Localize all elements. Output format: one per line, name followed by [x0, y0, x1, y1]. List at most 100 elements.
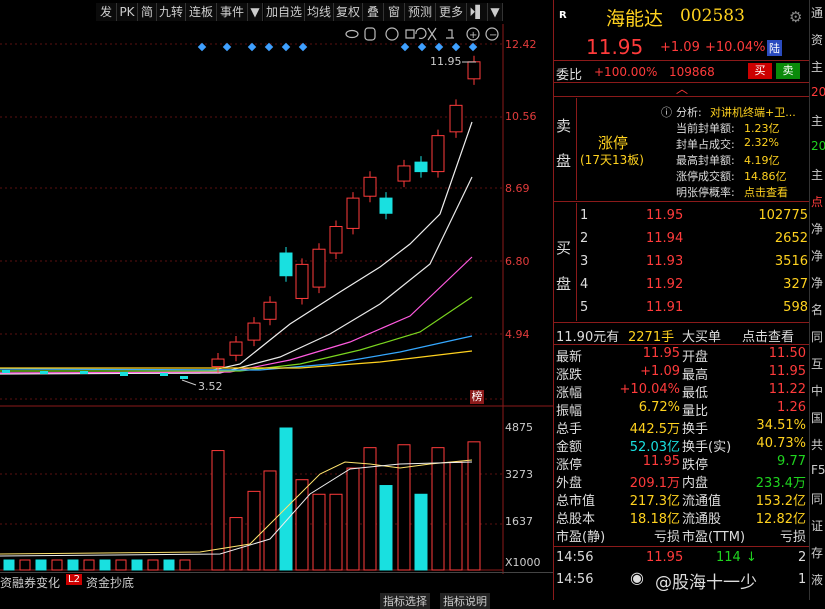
side-strip-item[interactable]: 互 — [811, 355, 823, 372]
side-strip-item[interactable]: 证 — [811, 517, 823, 534]
buy-level-price: 11.93 — [646, 254, 684, 269]
side-strip-item[interactable]: 净 — [811, 274, 823, 291]
info-icon[interactable]: ⓘ — [661, 104, 672, 120]
side-strip-item[interactable]: 20 — [811, 139, 825, 153]
toolbar-pk-button[interactable]: PK — [117, 3, 138, 21]
stat-label: 涨停 — [556, 458, 583, 473]
toolbar-overlay-button[interactable]: 叠 — [363, 3, 384, 21]
toolbar-jiuzhuan-button[interactable]: 九转 — [157, 3, 186, 21]
toolbar-adjust-button[interactable]: 复权 — [334, 3, 363, 21]
kline-chart[interactable]: + − 3.52 11.95 — [0, 24, 553, 574]
price-tick: 8.69 — [505, 182, 530, 195]
stat-label: 换手(实) — [682, 440, 732, 455]
side-strip-item[interactable]: 点 — [811, 193, 823, 210]
side-strip-item[interactable]: 20 — [811, 85, 825, 99]
toolbar-forecast-button[interactable]: 预测 — [405, 3, 436, 21]
settings-gear-icon[interactable]: ⚙ — [789, 8, 802, 26]
sell-label-top: 卖 — [556, 117, 572, 135]
side-strip-item[interactable]: 净 — [811, 247, 823, 264]
big-order-link[interactable]: 点击查看 — [742, 326, 794, 345]
tab-margin-change[interactable]: 资融券变化 — [0, 574, 60, 591]
side-strip-item[interactable]: 中 — [811, 382, 823, 399]
volume-bar — [163, 559, 175, 571]
buy-level-price: 11.92 — [646, 277, 684, 292]
toolbar-dropdown-icon[interactable]: ▼ — [248, 3, 263, 21]
side-strip-item[interactable]: 共 — [811, 436, 823, 453]
side-strip-item[interactable]: 主 — [811, 166, 823, 183]
stat-value: 1.26 — [777, 400, 806, 415]
sell-button[interactable]: 卖 — [776, 63, 800, 79]
toolbar-more-button[interactable]: 更多 — [436, 3, 467, 21]
volume-tick: 1637 — [505, 515, 533, 528]
toolbar-play-icon[interactable]: ⏵▌ — [467, 3, 488, 21]
stock-change: +1.09 — [660, 40, 700, 55]
stat-label: 总市值 — [556, 494, 596, 509]
volume-bar — [179, 559, 191, 571]
side-strip-item[interactable]: 同 — [811, 490, 823, 507]
side-strip-item[interactable]: 国 — [811, 409, 823, 426]
candle — [346, 197, 360, 229]
side-strip-item[interactable]: 资 — [811, 31, 823, 48]
r-badge: R — [559, 10, 567, 21]
side-strip-item[interactable]: 净 — [811, 220, 823, 237]
toolbar-ma-button[interactable]: 均线 — [305, 3, 334, 21]
toolbar-jian-button[interactable]: 简 — [138, 3, 157, 21]
candle — [397, 165, 411, 182]
tick-price: 11.95 — [646, 550, 684, 565]
volume-bar — [19, 559, 31, 571]
volume-bar — [147, 559, 159, 571]
indicator-select-button[interactable]: 指标选择 — [380, 593, 430, 609]
side-strip-item[interactable]: 同 — [811, 328, 823, 345]
bang-badge[interactable]: 榜 — [470, 390, 484, 404]
volume-bar — [99, 559, 111, 571]
side-strip-item[interactable]: 名 — [811, 301, 823, 318]
analysis-label: 分析: — [676, 106, 702, 119]
buy-level-price: 11.95 — [646, 208, 684, 223]
stat-value: 9.77 — [777, 454, 806, 469]
hand-icon — [364, 27, 376, 41]
side-strip-item[interactable]: 主 — [811, 112, 823, 129]
candle — [229, 341, 243, 356]
analysis-text[interactable]: 对讲机终端+卫... — [710, 104, 796, 120]
toolbar-more-dropdown-icon[interactable]: ▼ — [488, 3, 503, 21]
side-strip-item[interactable]: 液 — [811, 571, 823, 588]
side-strip-item[interactable]: 存 — [811, 544, 823, 561]
side-strip-item[interactable]: 通 — [811, 4, 823, 21]
volume-bar — [329, 493, 343, 571]
candle — [247, 322, 261, 341]
stat-label: 开盘 — [682, 350, 709, 365]
volume-bar — [363, 447, 377, 571]
sell-info-key: 封单占成交: — [676, 138, 735, 151]
weibi-label: 委比 — [556, 68, 583, 83]
sell-info-value[interactable]: 点击查看 — [744, 184, 788, 200]
event-marker — [281, 42, 291, 52]
collapse-up-icon[interactable]: ︿ — [676, 80, 688, 97]
bottom-tab-bar: 资融券变化 L2 资金抄底 指标选择 指标说明 — [0, 572, 553, 609]
toolbar-add-watch-button[interactable]: 加自选 — [264, 3, 305, 21]
side-strip-item[interactable]: F5 — [811, 463, 825, 477]
sell-info-value: 2.32% — [744, 136, 779, 149]
toolbar-event-button[interactable]: 事件 — [217, 3, 248, 21]
volume-bar — [467, 441, 481, 571]
l2-badge: L2 — [66, 574, 82, 585]
side-strip-item[interactable]: 主 — [811, 58, 823, 75]
buy-label-bottom: 盘 — [556, 275, 572, 293]
tab-fund-bottom[interactable]: 资金抄底 — [86, 574, 134, 591]
toolbar-window-button[interactable]: 窗 — [384, 3, 405, 21]
sell-info-value: 14.86亿 — [744, 170, 787, 183]
stat-label: 涨幅 — [556, 386, 583, 401]
volume-bar — [247, 490, 261, 571]
stat-value: 209.1万 — [629, 476, 680, 491]
toolbar-lianban-button[interactable]: 连板 — [186, 3, 217, 21]
tick-time: 14:56 — [556, 572, 594, 587]
buy-button[interactable]: 买 — [748, 63, 772, 79]
volume-bar — [346, 467, 360, 571]
low-marker-line — [181, 379, 197, 386]
stat-value: 153.2亿 — [755, 494, 806, 509]
side-strip: 通资主 20 主 20 主点净净净名同互中国共 F5 同证存液 — [809, 0, 825, 600]
draw-icon — [405, 29, 415, 39]
tick-qty: 114 — [716, 550, 741, 565]
candle — [80, 371, 88, 374]
toolbar-fa-button[interactable]: 发 — [96, 3, 117, 21]
indicator-help-button[interactable]: 指标说明 — [440, 593, 490, 609]
